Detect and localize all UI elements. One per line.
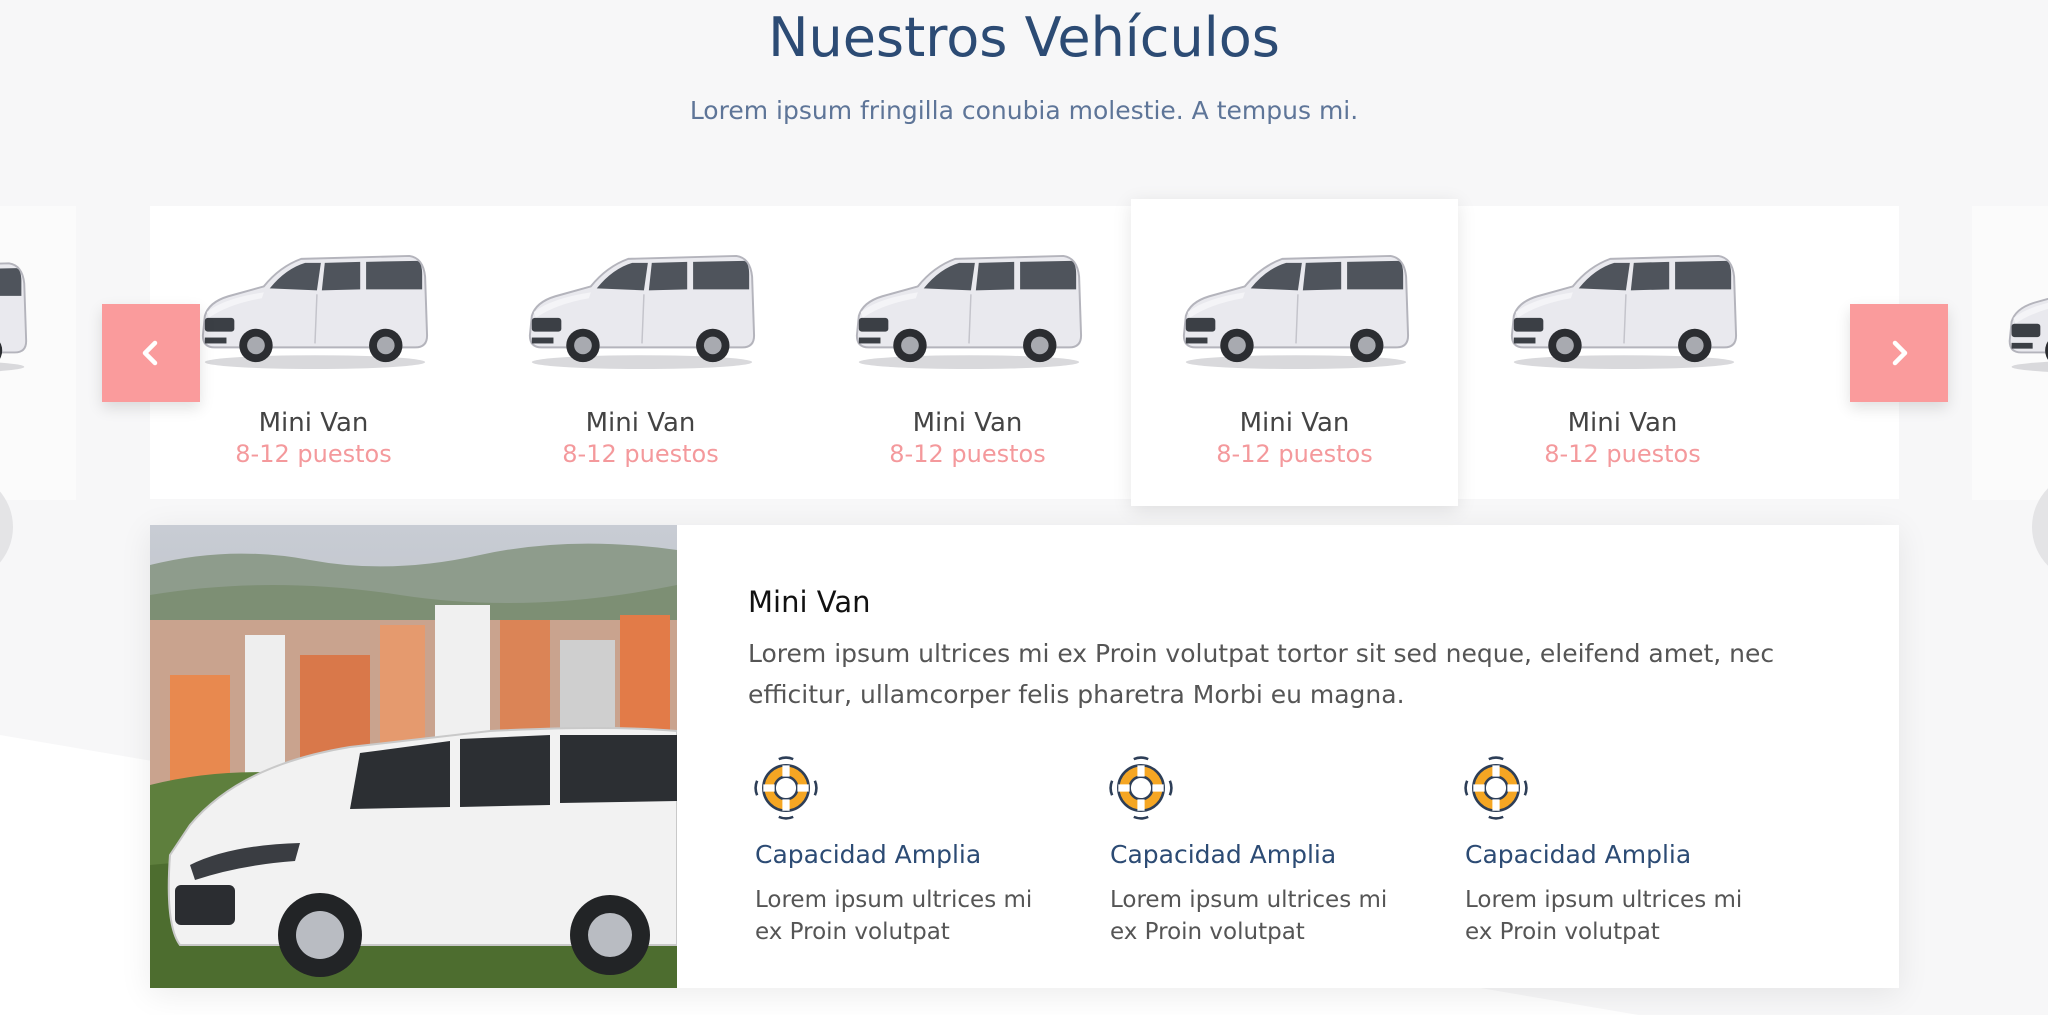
feature-text: Lorem ipsum ultrices mi ex Proin volutpa… [1110, 887, 1388, 945]
vehicle-card[interactable]: Mini Van 8-12 puestos [1459, 206, 1786, 499]
vehicle-name: Mini Van [258, 408, 369, 438]
carousel-prev-button[interactable] [102, 304, 200, 402]
vehicle-card-active[interactable]: Mini Van 8-12 puestos [1131, 199, 1458, 506]
feature-title: Capacidad Amplia [1465, 840, 1692, 869]
detail-title: Mini Van [748, 585, 871, 619]
carousel-next-button[interactable] [1850, 304, 1948, 402]
section-title: Nuestros Vehículos [768, 6, 1280, 69]
lifebuoy-icon [1463, 755, 1529, 821]
lifebuoy-icon [753, 755, 819, 821]
vehicle-name: Mini Van [1567, 408, 1678, 438]
van-image [195, 246, 431, 376]
van-image [1504, 246, 1740, 376]
lifebuoy-icon [1108, 755, 1174, 821]
detail-description: Lorem ipsum ultrices mi ex Proin volutpa… [748, 639, 1775, 709]
chevron-left-icon [142, 340, 158, 366]
chevron-right-icon [1892, 340, 1908, 366]
vehicle-detail-panel: Mini Van Lorem ipsum ultrices mi ex Proi… [150, 525, 1899, 988]
vehicle-seats: 8-12 puestos [562, 440, 719, 468]
van-image [2002, 252, 2048, 382]
vehicle-photo [150, 525, 677, 988]
vehicle-name: Mini Van [1239, 408, 1350, 438]
vehicle-card[interactable]: Mini Van 8-12 puestos [804, 206, 1131, 499]
van-image [0, 252, 30, 382]
vehicle-carousel: Mini Van 8-12 puestos Mini Van 8-12 pues… [150, 199, 1899, 506]
vehicle-seats: 8-12 puestos [1544, 440, 1701, 468]
vehicle-seats: 8-12 puestos [889, 440, 1046, 468]
vehicle-seats: 8-12 puestos [1216, 440, 1373, 468]
vehicle-seats: 8-12 puestos [235, 440, 392, 468]
van-image [849, 246, 1085, 376]
vehicle-name: Mini Van [585, 408, 696, 438]
vehicle-card[interactable]: Mini Van 8-12 puestos [477, 206, 804, 499]
feature-text: Lorem ipsum ultrices mi ex Proin volutpa… [1465, 887, 1743, 945]
van-image [522, 246, 758, 376]
section-subtitle: Lorem ipsum fringilla conubia molestie. … [689, 96, 1359, 125]
van-image [1176, 246, 1412, 376]
vehicle-name: Mini Van [912, 408, 1023, 438]
feature-text: Lorem ipsum ultrices mi ex Proin volutpa… [755, 887, 1033, 945]
carousel-peek-left [0, 206, 76, 500]
carousel-peek-right [1972, 206, 2048, 500]
feature-title: Capacidad Amplia [755, 840, 982, 869]
feature-title: Capacidad Amplia [1110, 840, 1337, 869]
